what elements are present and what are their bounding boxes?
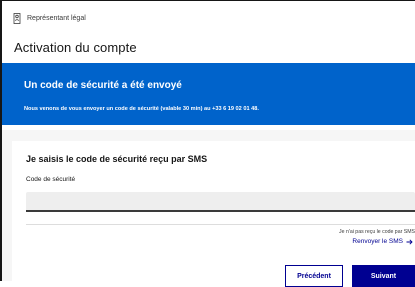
security-code-input[interactable] <box>26 192 415 212</box>
arrow-right-icon <box>406 238 413 245</box>
breadcrumb: Représentant légal <box>13 13 86 24</box>
resend-sms-label: Renvoyer le SMS <box>352 238 403 245</box>
not-received-text: Je n'ai pas reçu le code par SMS <box>339 229 415 235</box>
divider <box>26 224 415 225</box>
page-title: Activation du compte <box>14 40 137 55</box>
alert-text: Nous venons de vous envoyer un code de s… <box>24 106 259 112</box>
next-button[interactable]: Suivant <box>352 265 415 287</box>
form-title: Je saisis le code de sécurité reçu par S… <box>26 154 208 164</box>
sms-code-card: Je saisis le code de sécurité reçu par S… <box>12 141 415 287</box>
info-alert: Un code de sécurité a été envoyé Nous ve… <box>2 63 415 125</box>
code-label: Code de sécurité <box>26 176 76 183</box>
person-badge-icon <box>13 13 21 24</box>
alert-title: Un code de sécurité a été envoyé <box>24 80 182 91</box>
previous-button[interactable]: Précédent <box>285 265 343 287</box>
breadcrumb-label: Représentant légal <box>27 15 86 22</box>
resend-sms-link[interactable]: Renvoyer le SMS <box>352 238 413 245</box>
